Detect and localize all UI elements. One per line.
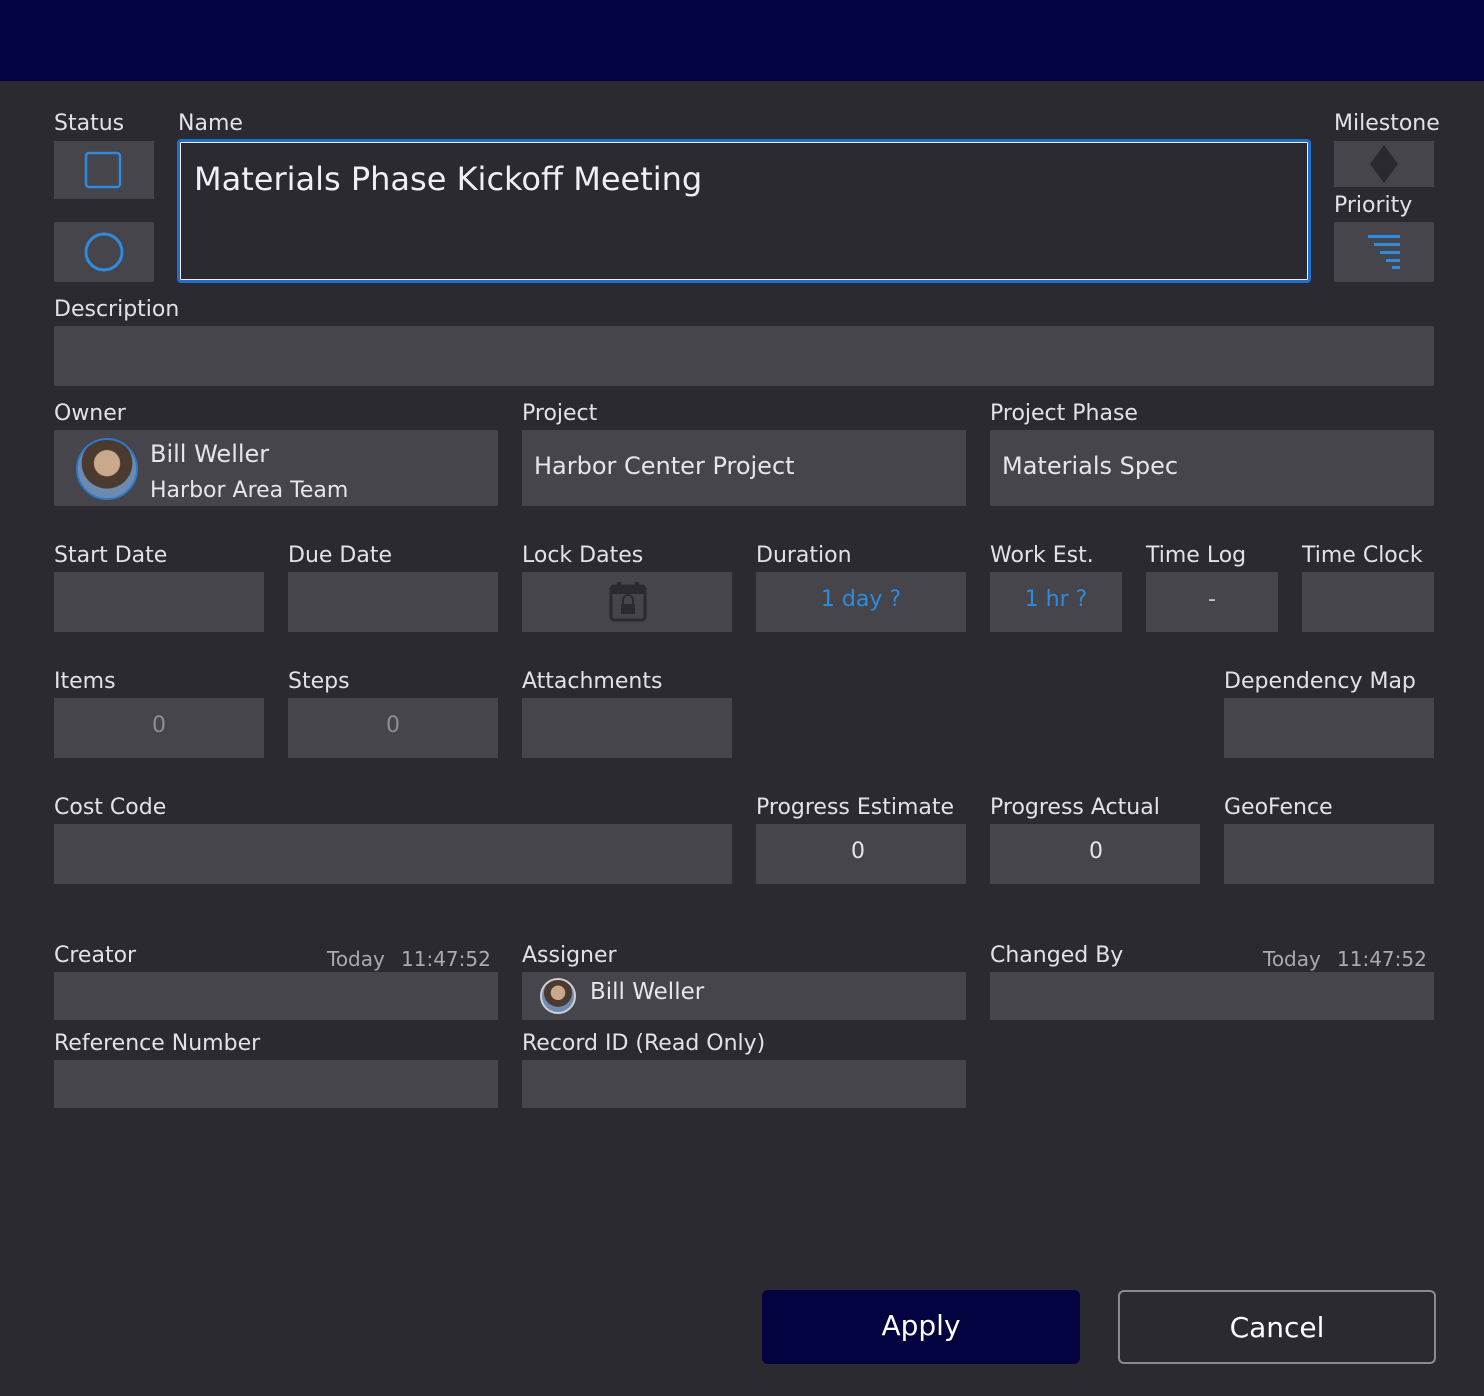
priority-button[interactable] xyxy=(1334,222,1434,282)
changed-by-field xyxy=(990,972,1434,1020)
time-log-value: - xyxy=(1208,587,1216,612)
cost-code-label: Cost Code xyxy=(54,795,167,820)
name-input-value: Materials Phase Kickoff Meeting xyxy=(194,160,703,198)
creator-field xyxy=(54,972,498,1020)
creator-day: Today xyxy=(327,947,385,971)
time-clock-field[interactable] xyxy=(1302,572,1434,632)
project-phase-label: Project Phase xyxy=(990,401,1138,426)
steps-label: Steps xyxy=(288,669,350,694)
progress-actual-label: Progress Actual xyxy=(990,795,1160,820)
items-field[interactable]: 0 xyxy=(54,698,264,758)
checkbox-icon xyxy=(84,151,122,189)
assigner-avatar xyxy=(540,978,576,1014)
start-date-label: Start Date xyxy=(54,543,168,568)
reference-number-label: Reference Number xyxy=(54,1031,261,1056)
project-field[interactable]: Harbor Center Project xyxy=(522,430,966,506)
attachments-label: Attachments xyxy=(522,669,663,694)
description-label: Description xyxy=(54,297,180,322)
changed-by-day: Today xyxy=(1263,947,1321,971)
items-label: Items xyxy=(54,669,116,694)
work-est-field[interactable]: 1 hr ? xyxy=(990,572,1122,632)
apply-button[interactable]: Apply xyxy=(762,1290,1080,1364)
record-id-label: Record ID (Read Only) xyxy=(522,1031,766,1056)
name-input[interactable]: Materials Phase Kickoff Meeting xyxy=(177,139,1311,283)
owner-field[interactable]: Bill Weller Harbor Area Team xyxy=(54,430,498,506)
dependency-map-field[interactable] xyxy=(1224,698,1434,758)
owner-avatar xyxy=(76,438,138,500)
duration-value: 1 day ? xyxy=(820,587,902,612)
creator-label: Creator xyxy=(54,943,137,968)
project-phase-field[interactable]: Materials Spec xyxy=(990,430,1434,506)
steps-field[interactable]: 0 xyxy=(288,698,498,758)
assigner-label: Assigner xyxy=(522,943,617,968)
assigner-field: Bill Weller xyxy=(522,972,966,1020)
description-field[interactable] xyxy=(54,326,1434,386)
status-circle-button[interactable] xyxy=(54,222,154,282)
project-value: Harbor Center Project xyxy=(534,452,795,480)
priority-filter-icon xyxy=(1368,235,1400,269)
work-est-label: Work Est. xyxy=(990,543,1094,568)
time-log-label: Time Log xyxy=(1146,543,1247,568)
changed-by-time: 11:47:52 xyxy=(1337,947,1427,971)
name-label: Name xyxy=(178,111,243,136)
progress-estimate-value: 0 xyxy=(851,839,865,864)
dependency-map-label: Dependency Map xyxy=(1224,669,1416,694)
calendar-lock-icon xyxy=(609,582,647,622)
due-date-label: Due Date xyxy=(288,543,392,568)
project-phase-value: Materials Spec xyxy=(1002,452,1179,480)
attachments-field[interactable] xyxy=(522,698,732,758)
status-checkbox-button[interactable] xyxy=(54,141,154,199)
project-label: Project xyxy=(522,401,598,426)
lock-dates-button[interactable] xyxy=(522,572,732,632)
priority-label: Priority xyxy=(1334,193,1413,218)
work-est-value: 1 hr ? xyxy=(1024,587,1088,612)
owner-team: Harbor Area Team xyxy=(150,478,349,503)
due-date-field[interactable] xyxy=(288,572,498,632)
geofence-field[interactable] xyxy=(1224,824,1434,884)
items-value: 0 xyxy=(152,713,166,738)
milestone-button[interactable] xyxy=(1334,141,1434,187)
cancel-button[interactable]: Cancel xyxy=(1118,1290,1436,1364)
progress-actual-field[interactable]: 0 xyxy=(990,824,1200,884)
header-bar xyxy=(0,0,1484,81)
status-label: Status xyxy=(54,111,125,136)
reference-number-field[interactable] xyxy=(54,1060,498,1108)
progress-estimate-label: Progress Estimate xyxy=(756,795,955,820)
owner-label: Owner xyxy=(54,401,126,426)
duration-label: Duration xyxy=(756,543,852,568)
lock-dates-label: Lock Dates xyxy=(522,543,644,568)
time-log-field[interactable]: - xyxy=(1146,572,1278,632)
start-date-field[interactable] xyxy=(54,572,264,632)
progress-actual-value: 0 xyxy=(1089,839,1103,864)
creator-time: 11:47:52 xyxy=(401,947,491,971)
diamond-icon xyxy=(1370,145,1398,183)
steps-value: 0 xyxy=(386,713,400,738)
geofence-label: GeoFence xyxy=(1224,795,1333,820)
record-id-field xyxy=(522,1060,966,1108)
milestone-label: Milestone xyxy=(1334,111,1440,136)
cost-code-field[interactable] xyxy=(54,824,732,884)
time-clock-label: Time Clock xyxy=(1302,543,1423,568)
progress-estimate-field[interactable]: 0 xyxy=(756,824,966,884)
duration-field[interactable]: 1 day ? xyxy=(756,572,966,632)
owner-name: Bill Weller xyxy=(150,440,270,468)
circle-icon xyxy=(84,232,124,272)
changed-by-label: Changed By xyxy=(990,943,1124,968)
assigner-name: Bill Weller xyxy=(590,979,705,1005)
